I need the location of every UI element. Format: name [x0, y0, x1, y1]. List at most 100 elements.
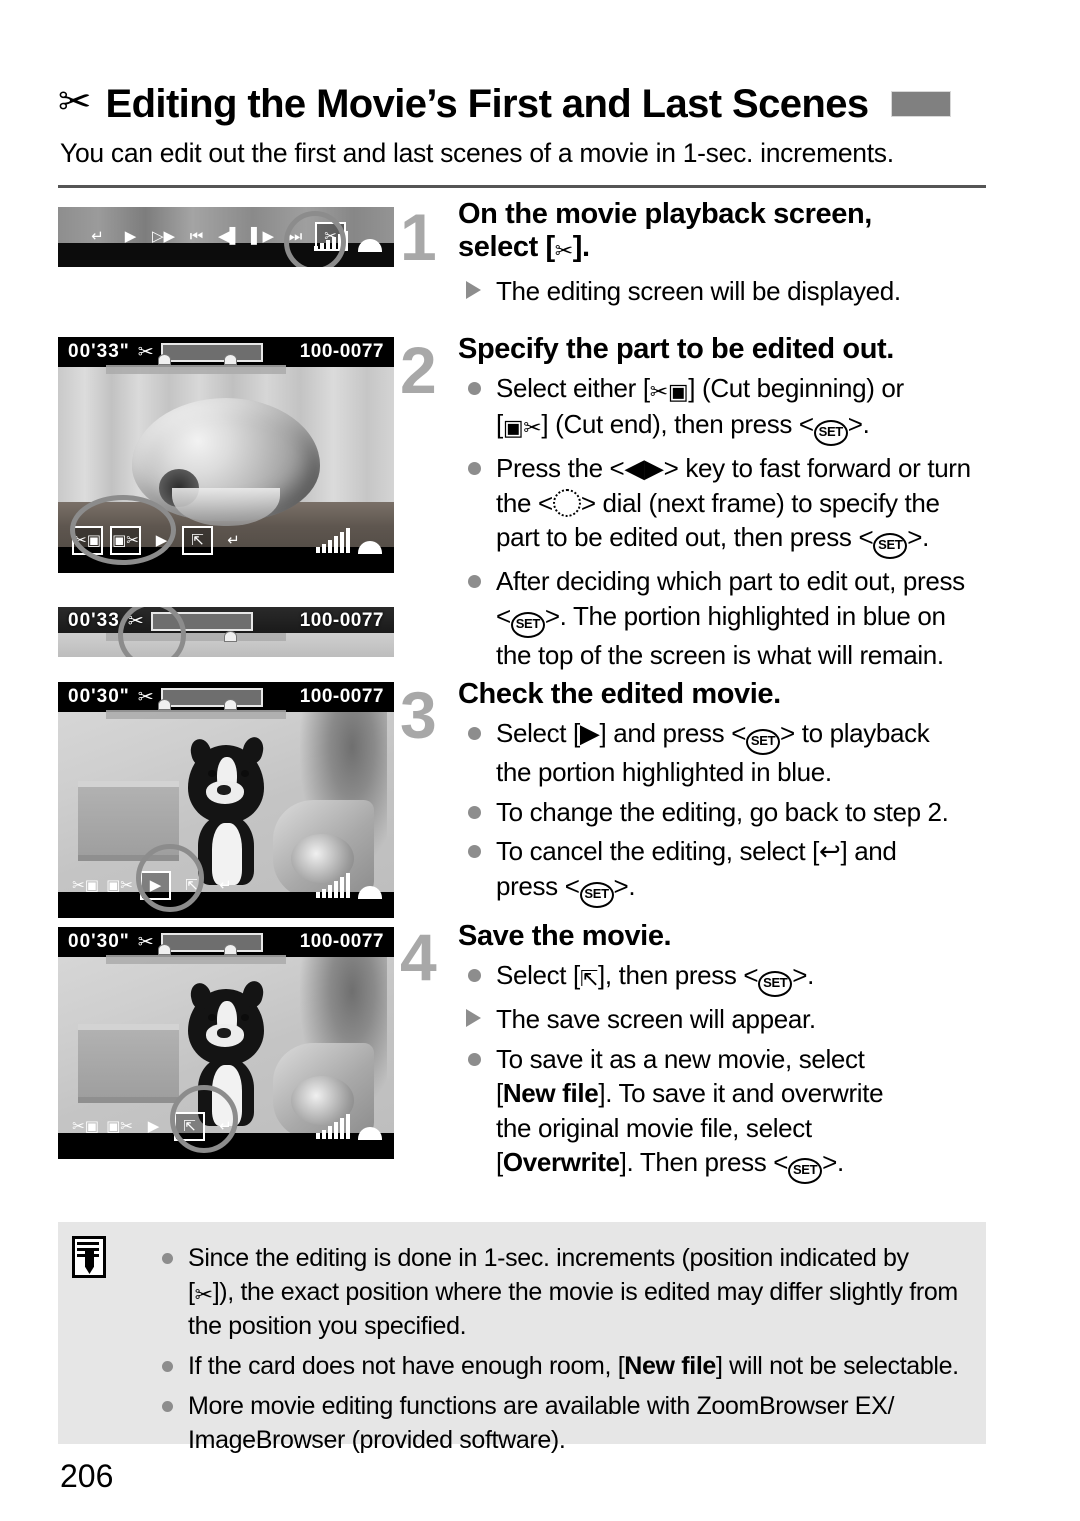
last-frame-icon: ⏭	[288, 227, 303, 245]
bullet-text: The editing screen will be displayed.	[496, 276, 901, 306]
bullet-text: Select either [	[496, 373, 650, 403]
timeline-track	[160, 932, 263, 952]
return-icon[interactable]: ↵	[212, 1114, 239, 1139]
step-heading: Check the edited movie.	[458, 678, 781, 710]
dot-bullet-icon	[162, 1253, 173, 1264]
page-title: Editing the Movie’s First and Last Scene…	[105, 81, 870, 126]
next-frame-icon: ▌▶	[250, 227, 275, 245]
lcd-control-bar: ✂▣ ▣✂ ▶ ⇱ ↵	[58, 1103, 394, 1159]
step-bullet: Select either [✂▣] (Cut beginning) or [▣…	[458, 371, 990, 447]
dot-bullet-icon	[468, 575, 481, 589]
volume-icon	[316, 873, 350, 898]
scissors-icon: ✂	[137, 686, 154, 708]
step-bullet: The save screen will appear.	[458, 1002, 990, 1037]
volume-icon	[316, 1114, 350, 1139]
bullet-text: > dial (next frame) to specify the	[580, 487, 940, 518]
return-icon[interactable]: ↵	[220, 528, 247, 553]
step-2: 2 Specify the part to be edited out. Sel…	[400, 333, 990, 673]
play-icon[interactable]: ▶	[140, 871, 171, 900]
set-key-icon: SET	[813, 420, 848, 447]
return-icon[interactable]: ↵	[212, 873, 239, 898]
previous-frame-icon: ◀▌	[217, 227, 242, 245]
figure-dog-screen-save: 00'30" ✂ 100-0077 ✂▣ ▣✂ ▶ ⇱ ↵	[58, 927, 394, 1159]
elapsed-time: 00'33"	[68, 341, 130, 362]
dot-bullet-icon	[468, 727, 481, 740]
save-icon: ⇱	[579, 967, 599, 992]
dog-head	[187, 979, 266, 1066]
play-icon[interactable]: ▶	[148, 528, 175, 553]
edit-icon-row: ✂▣ ▣✂ ▶ ⇱ ↵	[72, 871, 239, 900]
set-key-icon: SET	[758, 971, 793, 997]
step-bullet: After deciding which part to edit out, p…	[458, 564, 990, 672]
play-icon: ▶	[124, 227, 137, 245]
set-key-icon: SET	[579, 881, 614, 908]
bullet-text: >.	[907, 522, 930, 553]
set-key-icon: SET	[788, 1158, 823, 1185]
cut-end-icon[interactable]: ▣✂	[106, 873, 133, 898]
set-key-icon: SET	[873, 533, 908, 560]
timeline-bar[interactable]	[144, 611, 253, 631]
cut-beginning-icon[interactable]: ✂▣	[72, 526, 103, 555]
file-number: 100-0077	[299, 341, 384, 362]
dot-bullet-icon	[468, 462, 481, 476]
timeline-marker-end	[224, 944, 237, 955]
dog-head	[187, 734, 266, 823]
cut-beginning-icon[interactable]: ✂▣	[72, 873, 99, 898]
step-number: 3	[400, 678, 437, 752]
step-3: 3 Check the edited movie. Select [▶] and…	[400, 678, 990, 908]
dot-bullet-icon	[468, 845, 481, 859]
return-icon: ↵	[91, 227, 104, 245]
dog-eye-right	[240, 1013, 249, 1021]
note-text: the position you specified.	[188, 1312, 467, 1341]
dog-ear-left	[187, 736, 214, 768]
timeline-track	[150, 611, 253, 631]
manual-page: ✂ Editing the Movie’s First and Last Sce…	[0, 0, 1080, 1521]
bullet-text: <	[496, 600, 511, 631]
bullet-text: ]. Then press <	[619, 1147, 789, 1178]
timeline-remaining	[162, 344, 261, 360]
dog-ear-right	[239, 979, 266, 1010]
bullet-text: part to be edited out, then press <	[496, 522, 874, 553]
note-item: Since the editing is done in 1-sec. incr…	[154, 1242, 968, 1344]
bullet-text: the top of the screen is what will remai…	[496, 639, 944, 670]
bullet-text: Press the <◀▶> key to fast forward or tu…	[496, 453, 971, 484]
cut-end-icon[interactable]: ▣✂	[106, 1114, 133, 1139]
toolbar-icon-row: ↵ ▶ ▷▶ ⏮ ◀▌ ▌▶ ⏭ ✂	[84, 222, 346, 251]
timeline-underbar	[106, 633, 286, 641]
dial-icon	[358, 1127, 382, 1140]
triangle-bullet-icon	[466, 281, 481, 299]
bullet-text: > to playback	[780, 718, 930, 748]
bullet-text: >. The portion highlighted in blue on	[544, 600, 946, 631]
scissors-icon: ✂	[58, 79, 92, 125]
timeline-marker-start	[158, 354, 171, 365]
note-text: If the card does not have enough room, [	[188, 1352, 625, 1381]
bullet-text: >.	[613, 870, 636, 901]
overwrite-label: Overwrite	[502, 1147, 620, 1178]
set-key-icon: SET	[510, 611, 545, 638]
bullet-text: the portion highlighted in blue.	[496, 757, 832, 787]
dot-bullet-icon	[468, 382, 481, 395]
page-number: 206	[60, 1458, 114, 1494]
cut-end-icon[interactable]: ▣✂	[110, 526, 141, 555]
dial-icon	[552, 488, 581, 517]
dog-eye-right	[240, 770, 249, 778]
dial-icon	[358, 541, 382, 554]
step-bullet: To cancel the editing, select [↩] and pr…	[458, 834, 990, 908]
play-icon[interactable]: ▶	[140, 1114, 167, 1139]
save-icon[interactable]: ⇱	[178, 873, 205, 898]
note-box: Since the editing is done in 1-sec. incr…	[58, 1222, 986, 1454]
dot-bullet-icon	[162, 1400, 173, 1412]
intro-text: You can edit out the first and last scen…	[60, 138, 894, 168]
cut-beginning-icon[interactable]: ✂▣	[72, 1114, 99, 1139]
save-icon[interactable]: ⇱	[174, 1112, 205, 1141]
bullet-text: >.	[792, 960, 814, 990]
timeline-underbar	[106, 365, 286, 374]
memo-icon	[72, 1236, 106, 1278]
lcd-status-bar: 00'33 ✂ 100-0077	[58, 607, 394, 635]
save-icon[interactable]: ⇱	[182, 526, 213, 555]
step-bullet: Press the <◀▶> key to fast forward or tu…	[458, 451, 990, 560]
timeline-underbar	[106, 955, 286, 964]
heading-prefix: select [	[458, 231, 555, 263]
dot-bullet-icon	[162, 1361, 173, 1373]
note-item: If the card does not have enough room, […	[154, 1350, 968, 1384]
